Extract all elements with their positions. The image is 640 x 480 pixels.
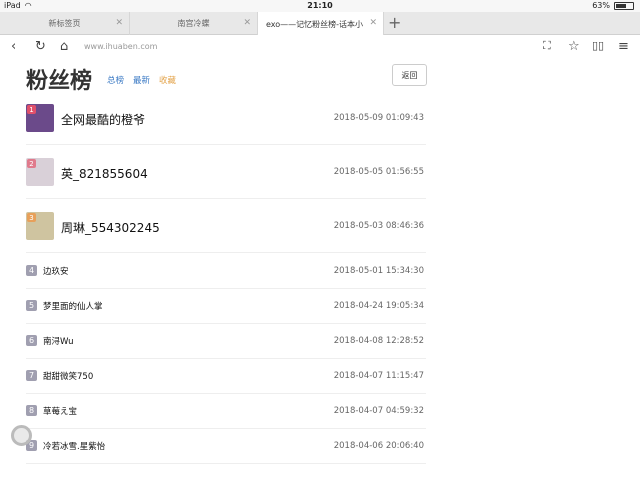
fan-date: 2018-04-07 04:59:32: [333, 406, 424, 416]
home-icon[interactable]: ⌂: [60, 39, 68, 54]
browser-toolbar: ‹ ↻ ⌂ www.ihuaben.com ⛶ ☆ ▯▯ ≡: [0, 35, 640, 59]
tab-fan-ranking[interactable]: exo——记忆粉丝榜-话本小 ✕: [258, 12, 384, 36]
tab-strip: 新标签页 ✕ 南宫冷蝶 ✕ exo——记忆粉丝榜-话本小 ✕ +: [0, 12, 640, 36]
close-icon[interactable]: ✕: [115, 18, 123, 28]
fan-date: 2018-05-05 01:56:55: [333, 167, 424, 177]
fan-row[interactable]: 6 南浔Wu 2018-04-08 12:28:52: [26, 324, 426, 359]
fan-date: 2018-05-01 15:34:30: [333, 266, 424, 276]
ranking-filter-links: 总榜 最新 收藏: [107, 74, 176, 86]
avatar: 1: [26, 104, 54, 132]
fan-date: 2018-04-08 12:28:52: [333, 336, 424, 346]
fan-name[interactable]: 边玖安: [43, 265, 69, 277]
fan-row[interactable]: 5 梦里面的仙人掌 2018-04-24 19:05:34: [26, 289, 426, 324]
fan-name[interactable]: 草莓え宝: [43, 405, 77, 417]
rank-badge: 2: [27, 159, 36, 168]
close-icon[interactable]: ✕: [369, 18, 377, 28]
fan-name[interactable]: 梦里面的仙人掌: [43, 300, 103, 312]
bookmark-star-icon[interactable]: ☆: [568, 39, 580, 54]
rank-badge: 3: [27, 213, 36, 222]
fan-date: 2018-04-07 11:15:47: [333, 371, 424, 381]
tab-title: 新标签页: [48, 19, 81, 28]
fan-name[interactable]: 英_821855604: [61, 165, 148, 182]
status-bar: iPad ◠ 21:10 63%: [0, 0, 640, 12]
fan-name[interactable]: 南浔Wu: [43, 335, 74, 347]
tab-nangong[interactable]: 南宫冷蝶 ✕: [130, 12, 258, 35]
back-button[interactable]: 返回: [392, 64, 427, 86]
fan-row[interactable]: 2 英_821855604 2018-05-05 01:56:55: [26, 145, 426, 199]
battery-icon: [614, 1, 634, 10]
fan-row[interactable]: 1 全网最酷的橙爷 2018-05-09 01:09:43: [26, 91, 426, 145]
tab-title: 南宫冷蝶: [177, 19, 210, 28]
assistive-touch-button[interactable]: [11, 425, 32, 446]
reader-book-icon[interactable]: ▯▯: [592, 39, 604, 52]
fan-row[interactable]: 3 周琳_554302245 2018-05-03 08:46:36: [26, 199, 426, 253]
fan-date: 2018-04-24 19:05:34: [333, 301, 424, 311]
clock: 21:10: [307, 1, 333, 10]
rank-badge: 1: [27, 105, 36, 114]
rank-number: 4: [26, 265, 37, 276]
fan-row[interactable]: 4 边玖安 2018-05-01 15:34:30: [26, 254, 426, 289]
rank-number: 8: [26, 405, 37, 416]
scan-icon[interactable]: ⛶: [543, 39, 551, 53]
close-icon[interactable]: ✕: [243, 18, 251, 28]
link-latest[interactable]: 最新: [133, 74, 150, 86]
link-total[interactable]: 总榜: [107, 74, 124, 86]
rank-number: 5: [26, 300, 37, 311]
fan-row[interactable]: 7 甜甜微笑750 2018-04-07 11:15:47: [26, 359, 426, 394]
battery-percent: 63%: [592, 1, 610, 10]
reload-icon[interactable]: ↻: [35, 39, 46, 54]
fan-row[interactable]: 9 冷若冰雪.星紫怡 2018-04-06 20:06:40: [26, 429, 426, 464]
fan-name[interactable]: 冷若冰雪.星紫怡: [43, 440, 105, 452]
back-arrow-icon[interactable]: ‹: [11, 39, 16, 54]
rank-number: 6: [26, 335, 37, 346]
menu-icon[interactable]: ≡: [618, 39, 629, 54]
page-content: 粉丝榜 总榜 最新 收藏 返回 1 全网最酷的橙爷 2018-05-09 01:09…: [0, 59, 640, 480]
tab-new-tab[interactable]: 新标签页 ✕: [0, 12, 130, 35]
fan-row[interactable]: 8 草莓え宝 2018-04-07 04:59:32: [26, 394, 426, 429]
fan-name[interactable]: 周琳_554302245: [61, 219, 160, 236]
fan-date: 2018-05-03 08:46:36: [333, 221, 424, 231]
fan-date: 2018-04-06 20:06:40: [333, 441, 424, 451]
fan-name[interactable]: 全网最酷的橙爷: [61, 111, 145, 128]
rank-number: 7: [26, 370, 37, 381]
address-bar[interactable]: www.ihuaben.com: [84, 42, 157, 51]
link-favorites[interactable]: 收藏: [159, 74, 176, 86]
tab-title: exo——记忆粉丝榜-话本小: [265, 19, 364, 29]
fan-date: 2018-05-09 01:09:43: [333, 113, 424, 123]
new-tab-plus-icon[interactable]: +: [388, 13, 401, 32]
avatar: 2: [26, 158, 54, 186]
avatar: 3: [26, 212, 54, 240]
fan-name[interactable]: 甜甜微笑750: [43, 370, 93, 382]
